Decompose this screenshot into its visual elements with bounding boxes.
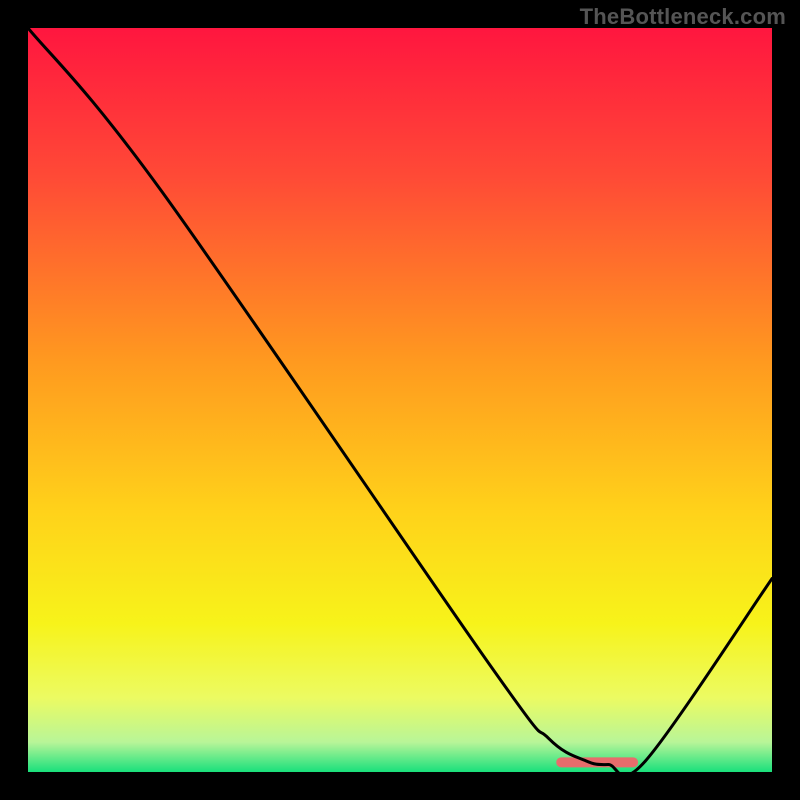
plot-area bbox=[28, 28, 772, 772]
optimal-marker bbox=[556, 757, 638, 767]
plot-svg bbox=[28, 28, 772, 772]
gradient-background bbox=[28, 28, 772, 772]
chart-frame: TheBottleneck.com bbox=[0, 0, 800, 800]
watermark-text: TheBottleneck.com bbox=[580, 4, 786, 30]
